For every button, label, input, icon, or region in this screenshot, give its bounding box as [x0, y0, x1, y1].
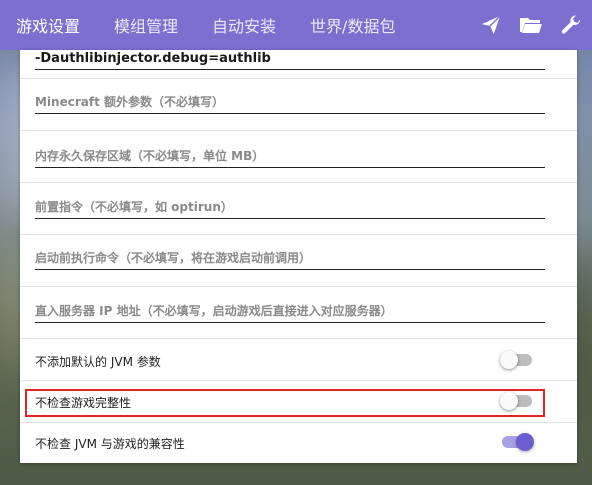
wrapper-command-row: 前置指令（不必填写，如 optirun） — [20, 183, 577, 235]
scroll-down-arrow-icon[interactable]: ▼ — [580, 466, 590, 476]
highlight-box — [25, 389, 545, 417]
no-default-jvm-args-switch[interactable] — [500, 351, 532, 369]
jvm-args-row: -Dauthlibinjector.debug=authlib — [20, 50, 577, 79]
switch-knob — [516, 433, 534, 451]
server-ip-input[interactable]: 直入服务器 IP 地址（不必填写，启动游戏后直接进入对应服务器） — [35, 302, 545, 323]
tab-auto-install[interactable]: 自动安装 — [196, 0, 276, 50]
permgen-input[interactable]: 内存永久保存区域（不必填写，单位 MB） — [35, 147, 545, 168]
pre-launch-command-row: 启动前执行命令（不必填写，将在游戏启动前调用） — [20, 235, 577, 287]
server-ip-row: 直入服务器 IP 地址（不必填写，启动游戏后直接进入对应服务器） — [20, 287, 577, 339]
toggle-label: 不检查 JVM 与游戏的兼容性 — [35, 437, 185, 451]
toggle-row-no-jvm-compat-check: 不检查 JVM 与游戏的兼容性 — [20, 423, 577, 463]
toggle-row-no-default-jvm-args: 不添加默认的 JVM 参数 — [20, 339, 577, 381]
send-icon[interactable] — [478, 12, 504, 38]
permgen-row: 内存永久保存区域（不必填写，单位 MB） — [20, 131, 577, 183]
tab-worlds-datapacks[interactable]: 世界/数据包 — [294, 0, 395, 50]
tab-game-settings[interactable]: 游戏设置 — [0, 0, 80, 50]
minecraft-args-row: Minecraft 额外参数（不必填写） — [20, 79, 577, 131]
pre-launch-command-input[interactable]: 启动前执行命令（不必填写，将在游戏启动前调用） — [35, 249, 545, 270]
jvm-args-input[interactable]: -Dauthlibinjector.debug=authlib — [35, 51, 545, 70]
minecraft-args-input[interactable]: Minecraft 额外参数（不必填写） — [35, 93, 545, 114]
wrench-icon[interactable] — [558, 12, 584, 38]
toggle-label: 不添加默认的 JVM 参数 — [35, 355, 161, 369]
tab-mod-management[interactable]: 模组管理 — [98, 0, 178, 50]
top-navigation-bar: 游戏设置 模组管理 自动安装 世界/数据包 — [0, 0, 592, 50]
wrapper-command-input[interactable]: 前置指令（不必填写，如 optirun） — [35, 198, 545, 219]
no-jvm-compat-check-switch[interactable] — [502, 433, 534, 451]
toolbar-icons — [478, 0, 584, 50]
switch-knob — [500, 351, 518, 369]
folder-open-icon[interactable] — [518, 12, 544, 38]
